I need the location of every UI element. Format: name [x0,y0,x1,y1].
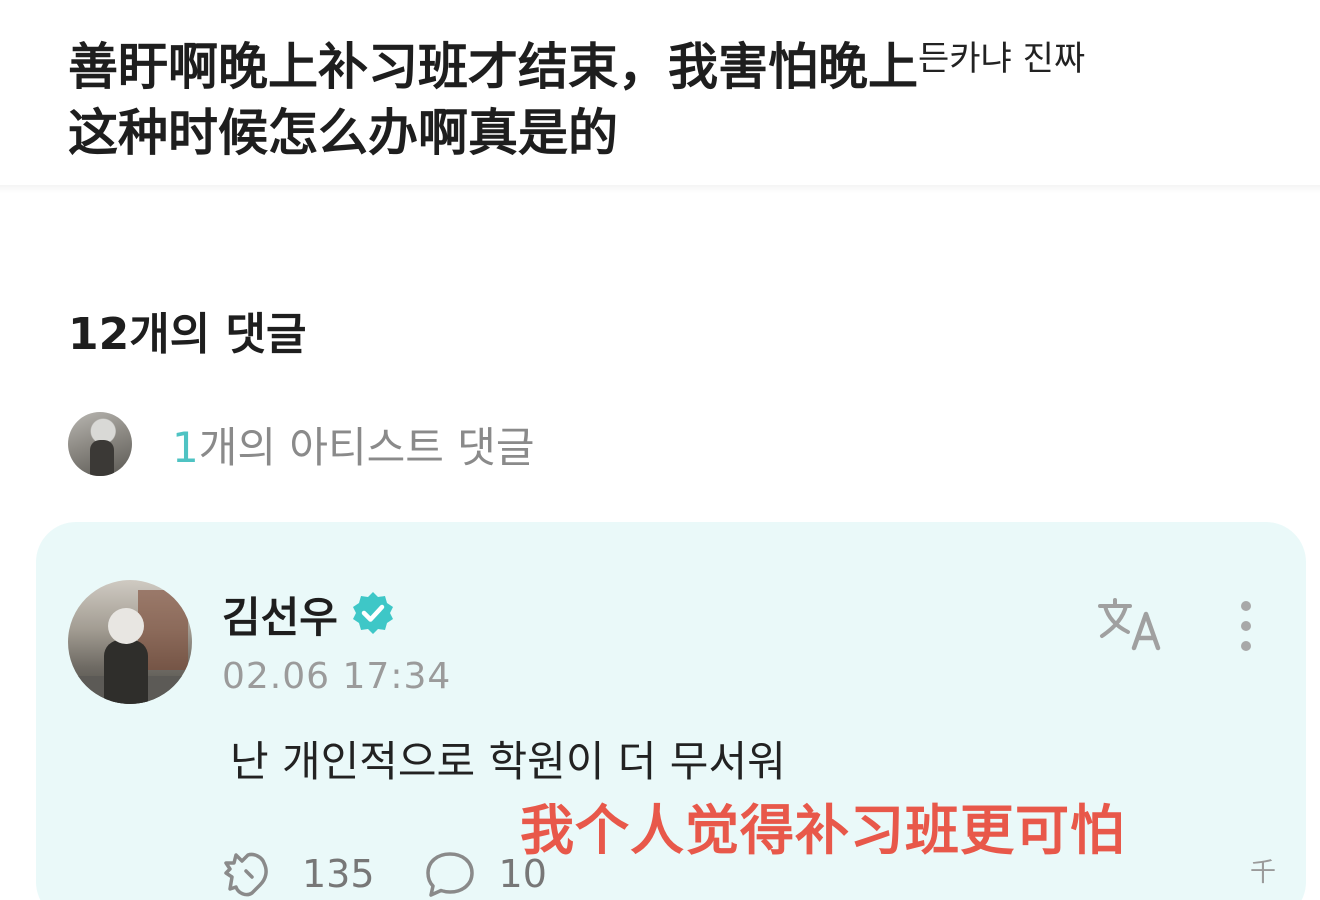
verified-badge-icon [353,592,393,634]
post-title-overflow: 든카냐 진짜 [918,39,1086,79]
artist-comment-count: 1 [172,422,199,472]
author-name[interactable]: 김선우 [222,584,338,645]
post-header: 善盱啊晚上补习班才结束，我害怕晚上든카냐 진짜 这种时候怎么办啊真是的 [0,0,1320,185]
reply-count: 10 [498,852,547,896]
like-button[interactable]: 135 [222,849,375,899]
post-title: 善盱啊晚上补习班才结束，我害怕晚上든카냐 진짜 这种时候怎么办啊真是的 [68,26,1248,166]
like-count: 135 [302,852,375,896]
like-icon [224,852,268,897]
artist-avatar [68,412,132,476]
comment-count: 12개의 댓글 [68,309,307,360]
artist-comments-label: 1개의 아티스트 댓글 [172,414,535,475]
post-page: 善盱啊晚上补习班才结束，我害怕晚上든카냐 진짜 这种时候怎么办啊真是的 12개의… [0,0,1320,900]
translate-icon[interactable] [1096,596,1168,652]
author-avatar[interactable] [68,580,192,704]
reply-icon [425,852,474,897]
section-divider [0,185,1320,193]
artist-comment-label-text: 개의 아티스트 댓글 [198,422,535,472]
translation-caption: 我个人觉得补习班更可怕 [520,799,1125,862]
comment-timestamp: 02.06 17:34 [222,656,452,697]
avatar-figure-head [108,608,144,644]
post-title-line2: 这种时候怎么办啊真是的 [68,104,618,162]
reply-button[interactable]: 10 [423,849,547,899]
post-title-line1: 善盱啊晚上补习班才结束，我害怕晚上 [68,38,918,96]
comment-body: 난 개인적으로 학원이 더 무서워 [230,737,786,786]
watermark: 千 [1250,858,1277,888]
more-options-icon[interactable] [1232,598,1260,654]
artist-comments-toggle[interactable]: 1개의 아티스트 댓글 [68,408,535,480]
avatar-figure-body [104,640,148,704]
comment-stats: 135 10 [222,846,595,900]
